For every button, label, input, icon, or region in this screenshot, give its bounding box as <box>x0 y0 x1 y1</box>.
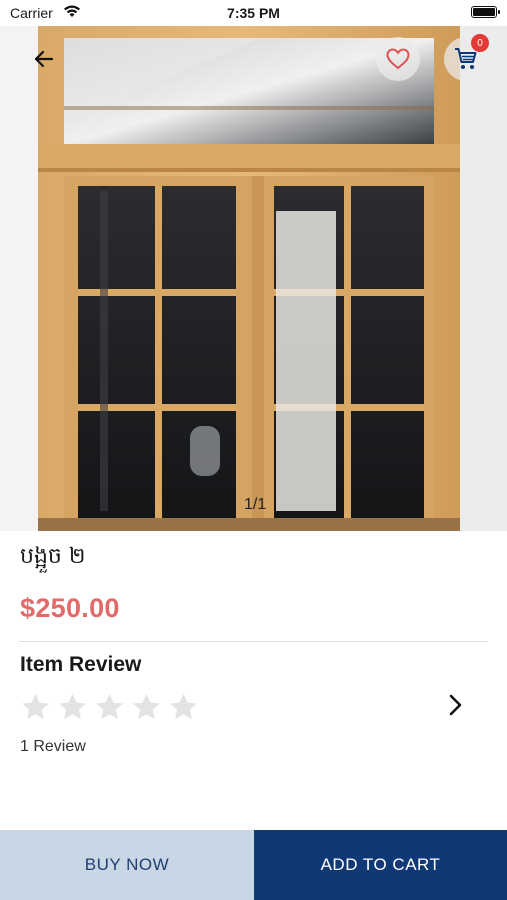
back-button[interactable] <box>22 37 66 81</box>
buy-now-button[interactable]: BUY NOW <box>0 830 254 900</box>
star-icon <box>59 693 86 720</box>
bottom-action-bar: BUY NOW ADD TO CART <box>0 830 507 900</box>
arrow-left-icon <box>34 50 54 68</box>
product-image[interactable]: 1/1 <box>0 26 507 531</box>
image-pager: 1/1 <box>244 496 267 513</box>
star-icon <box>170 693 197 720</box>
product-price: $250.00 <box>20 593 120 623</box>
add-to-cart-button[interactable]: ADD TO CART <box>254 830 507 900</box>
star-icon <box>96 693 123 720</box>
review-count: 1 Review <box>20 738 86 755</box>
star-icon <box>133 693 160 720</box>
favorite-button[interactable] <box>376 37 420 81</box>
window-illustration <box>0 26 507 531</box>
cart-count-badge: 0 <box>471 34 489 52</box>
battery-icon <box>471 6 500 18</box>
review-heading: Item Review <box>20 653 142 676</box>
star-icon <box>22 693 49 720</box>
heart-icon <box>386 48 410 70</box>
product-title: បង្អួច ២ <box>20 544 86 569</box>
rating-stars <box>20 692 199 723</box>
chevron-right-icon <box>449 694 462 716</box>
reviews-link-button[interactable] <box>440 690 470 720</box>
divider <box>19 641 488 642</box>
clock: 7:35 PM <box>227 5 280 21</box>
cart-button[interactable]: 0 <box>444 34 489 81</box>
status-bar: Carrier 7:35 PM <box>0 0 507 26</box>
